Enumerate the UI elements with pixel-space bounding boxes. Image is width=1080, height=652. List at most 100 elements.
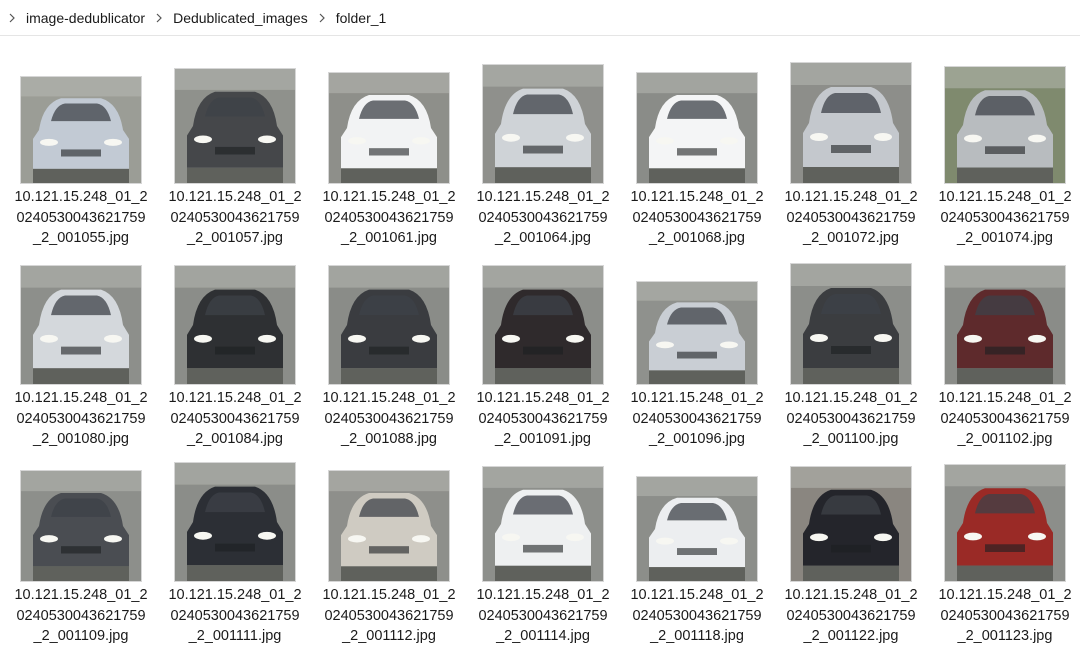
- file-name[interactable]: 10.121.15.248_01_2 0240530043621759 _2_001…: [930, 585, 1080, 647]
- chevron-right-icon[interactable]: [150, 9, 168, 27]
- image-thumbnail[interactable]: [482, 64, 604, 184]
- car-image-icon: [329, 266, 449, 384]
- file-tile[interactable]: 10.121.15.248_01_2 0240530043621759 _2_001…: [314, 48, 464, 246]
- file-tile[interactable]: 10.121.15.248_01_2 0240530043621759 _2_001…: [6, 446, 156, 644]
- file-name-line: 0240530043621759: [786, 410, 916, 427]
- thumbnail-container: [622, 446, 772, 582]
- car-image-icon: [175, 69, 295, 183]
- car-image-icon: [21, 77, 141, 183]
- chevron-right-icon[interactable]: [313, 9, 331, 27]
- file-name[interactable]: 10.121.15.248_01_2 0240530043621759 _2_001…: [314, 585, 464, 647]
- thumbnail-container: [776, 446, 926, 582]
- car-image-icon: [483, 467, 603, 581]
- file-name[interactable]: 10.121.15.248_01_2 0240530043621759 _2_001…: [622, 388, 772, 450]
- thumbnail-container: [160, 446, 310, 582]
- image-thumbnail[interactable]: [174, 68, 296, 184]
- file-name[interactable]: 10.121.15.248_01_2 0240530043621759 _2_001…: [6, 187, 156, 249]
- file-tile[interactable]: 10.121.15.248_01_2 0240530043621759 _2_001…: [622, 48, 772, 246]
- file-name[interactable]: 10.121.15.248_01_2 0240530043621759 _2_001…: [776, 187, 926, 249]
- file-tile[interactable]: 10.121.15.248_01_2 0240530043621759 _2_001…: [776, 249, 926, 447]
- file-tile[interactable]: 10.121.15.248_01_2 0240530043621759 _2_001…: [314, 446, 464, 644]
- file-name-line: _2_001112.jpg: [342, 628, 436, 644]
- image-thumbnail[interactable]: [174, 265, 296, 385]
- file-name[interactable]: 10.121.15.248_01_2 0240530043621759 _2_001…: [776, 388, 926, 450]
- thumbnail-container: [930, 48, 1080, 184]
- file-tile[interactable]: 10.121.15.248_01_2 0240530043621759 _2_001…: [314, 249, 464, 447]
- car-image-icon: [483, 266, 603, 384]
- file-tile[interactable]: 10.121.15.248_01_2 0240530043621759 _2_001…: [930, 249, 1080, 447]
- image-thumbnail[interactable]: [790, 466, 912, 582]
- image-thumbnail[interactable]: [20, 265, 142, 385]
- thumbnail-container: [314, 249, 464, 385]
- file-name[interactable]: 10.121.15.248_01_2 0240530043621759 _2_001…: [930, 187, 1080, 249]
- chevron-right-icon[interactable]: [3, 9, 21, 27]
- breadcrumb-item-folder[interactable]: folder_1: [332, 7, 391, 29]
- image-thumbnail[interactable]: [20, 76, 142, 184]
- file-name[interactable]: 10.121.15.248_01_2 0240530043621759 _2_001…: [6, 388, 156, 450]
- file-name-line: 10.121.15.248_01_2: [14, 189, 148, 205]
- file-name[interactable]: 10.121.15.248_01_2 0240530043621759 _2_001…: [468, 585, 618, 647]
- file-name-line: 0240530043621759: [940, 607, 1070, 624]
- image-thumbnail[interactable]: [328, 265, 450, 385]
- file-tile[interactable]: 10.121.15.248_01_2 0240530043621759 _2_001…: [622, 249, 772, 447]
- file-name-line: 10.121.15.248_01_2: [630, 587, 764, 603]
- image-thumbnail[interactable]: [174, 462, 296, 582]
- car-image-icon: [945, 266, 1065, 384]
- image-thumbnail[interactable]: [944, 265, 1066, 385]
- image-thumbnail[interactable]: [636, 476, 758, 582]
- file-name[interactable]: 10.121.15.248_01_2 0240530043621759 _2_001…: [930, 388, 1080, 450]
- breadcrumb-item-dedublicated[interactable]: Dedublicated_images: [169, 7, 312, 29]
- file-tile[interactable]: 10.121.15.248_01_2 0240530043621759 _2_001…: [930, 446, 1080, 644]
- file-tile[interactable]: 10.121.15.248_01_2 0240530043621759 _2_001…: [776, 48, 926, 246]
- image-thumbnail[interactable]: [636, 281, 758, 385]
- thumbnail-container: [6, 249, 156, 385]
- file-tile[interactable]: 10.121.15.248_01_2 0240530043621759 _2_001…: [6, 48, 156, 246]
- file-tile[interactable]: 10.121.15.248_01_2 0240530043621759 _2_001…: [468, 48, 618, 246]
- image-thumbnail[interactable]: [328, 72, 450, 184]
- file-tile[interactable]: 10.121.15.248_01_2 0240530043621759 _2_001…: [468, 249, 618, 447]
- file-name[interactable]: 10.121.15.248_01_2 0240530043621759 _2_001…: [622, 187, 772, 249]
- image-thumbnail[interactable]: [790, 62, 912, 184]
- file-name-line: 0240530043621759: [632, 209, 762, 226]
- car-image-icon: [329, 73, 449, 183]
- car-image-icon: [637, 477, 757, 581]
- file-name-line: 10.121.15.248_01_2: [322, 390, 456, 406]
- file-name[interactable]: 10.121.15.248_01_2 0240530043621759 _2_001…: [314, 187, 464, 249]
- file-tile[interactable]: 10.121.15.248_01_2 0240530043621759 _2_001…: [776, 446, 926, 644]
- file-name[interactable]: 10.121.15.248_01_2 0240530043621759 _2_001…: [776, 585, 926, 647]
- image-thumbnail[interactable]: [944, 66, 1066, 184]
- file-name-line: _2_001111.jpg: [188, 628, 282, 644]
- file-name[interactable]: 10.121.15.248_01_2 0240530043621759 _2_001…: [622, 585, 772, 647]
- file-name-line: _2_001068.jpg: [649, 230, 745, 246]
- thumbnail-container: [314, 446, 464, 582]
- image-thumbnail[interactable]: [20, 470, 142, 582]
- thumbnail-container: [468, 249, 618, 385]
- image-thumbnail[interactable]: [482, 466, 604, 582]
- file-tile[interactable]: 10.121.15.248_01_2 0240530043621759 _2_001…: [160, 446, 310, 644]
- thumbnail-container: [622, 249, 772, 385]
- image-thumbnail[interactable]: [636, 72, 758, 184]
- image-thumbnail[interactable]: [790, 263, 912, 385]
- file-name[interactable]: 10.121.15.248_01_2 0240530043621759 _2_001…: [6, 585, 156, 647]
- image-thumbnail[interactable]: [328, 470, 450, 582]
- file-name[interactable]: 10.121.15.248_01_2 0240530043621759 _2_001…: [160, 187, 310, 249]
- breadcrumb-item-root[interactable]: image-dedublicator: [22, 7, 149, 29]
- file-tile[interactable]: 10.121.15.248_01_2 0240530043621759 _2_001…: [160, 48, 310, 246]
- image-thumbnail[interactable]: [944, 464, 1066, 582]
- file-name-line: _2_001122.jpg: [803, 628, 899, 644]
- file-name[interactable]: 10.121.15.248_01_2 0240530043621759 _2_001…: [468, 187, 618, 249]
- file-name-line: 10.121.15.248_01_2: [168, 189, 302, 205]
- file-name-line: 10.121.15.248_01_2: [168, 587, 302, 603]
- file-tile[interactable]: 10.121.15.248_01_2 0240530043621759 _2_001…: [930, 48, 1080, 246]
- file-name[interactable]: 10.121.15.248_01_2 0240530043621759 _2_001…: [468, 388, 618, 450]
- image-thumbnail[interactable]: [482, 265, 604, 385]
- file-name[interactable]: 10.121.15.248_01_2 0240530043621759 _2_001…: [314, 388, 464, 450]
- thumbnail-container: [468, 48, 618, 184]
- file-tile[interactable]: 10.121.15.248_01_2 0240530043621759 _2_001…: [468, 446, 618, 644]
- file-name-line: 10.121.15.248_01_2: [784, 587, 918, 603]
- file-name[interactable]: 10.121.15.248_01_2 0240530043621759 _2_001…: [160, 388, 310, 450]
- file-name[interactable]: 10.121.15.248_01_2 0240530043621759 _2_001…: [160, 585, 310, 647]
- file-tile[interactable]: 10.121.15.248_01_2 0240530043621759 _2_001…: [6, 249, 156, 447]
- file-tile[interactable]: 10.121.15.248_01_2 0240530043621759 _2_001…: [160, 249, 310, 447]
- file-tile[interactable]: 10.121.15.248_01_2 0240530043621759 _2_001…: [622, 446, 772, 644]
